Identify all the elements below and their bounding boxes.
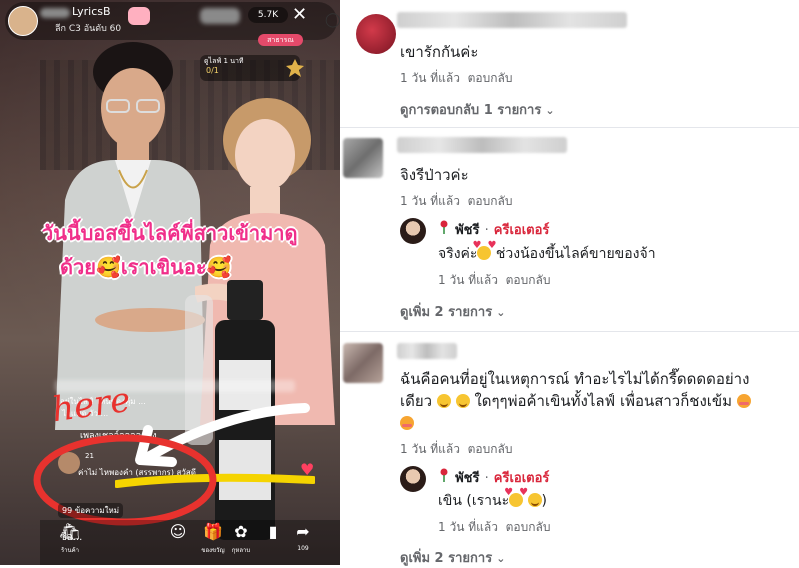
comment-1-time: 1 วัน ที่แล้ว bbox=[400, 71, 460, 85]
grinning-face-icon bbox=[455, 394, 470, 408]
comment-2-text: จิงรีป่าวค่ะ bbox=[400, 166, 469, 184]
reply-2-author[interactable]: พัชรี bbox=[455, 223, 479, 238]
channel-name: LyricsB bbox=[72, 5, 111, 18]
blushing-face-icon bbox=[736, 394, 751, 408]
comment-2-view-more-label: ดูเพิ่ม 2 รายการ bbox=[400, 305, 493, 320]
chevron-down-icon: ⌄ bbox=[496, 306, 506, 319]
gift-box-icon[interactable]: ▮ bbox=[260, 522, 286, 541]
comment-3-text-line-2b: ใดๆๆพ่อค้าเขินทั้งไลฟ์ เพื่อนสาวก็ชงเข้ม bbox=[474, 392, 733, 410]
blurred-viewer-avatars bbox=[200, 8, 240, 24]
comment-1-reply-button[interactable]: ตอบกลับ bbox=[468, 71, 513, 85]
comment-2-view-more[interactable]: ดูเพิ่ม 2 รายการ ⌄ bbox=[400, 301, 505, 322]
comment-3-text-line-1: ฉันคือคนที่อยู่ในเหตุการณ์ ทำอะไรไม่ได้ก… bbox=[400, 370, 750, 388]
comment-2-author-blurred bbox=[397, 137, 567, 153]
reply-2-text-b: ช่วงน้องขึ้นไลค์ขายของจ้า bbox=[495, 246, 656, 262]
comment-1-text: เขารักกันค่ะ bbox=[400, 43, 479, 61]
comment-1-view-replies-label: ดูการตอบกลับ 1 รายการ bbox=[400, 103, 542, 118]
comment-3-text-line-2: เดียว ใดๆๆพ่อค้าเขินทั้งไลฟ์ เพื่อนสาวก็… bbox=[400, 389, 751, 413]
reply-3-author[interactable]: พัชรี bbox=[455, 471, 479, 486]
comment-3-view-more-label: ดูเพิ่ม 2 รายการ bbox=[400, 551, 493, 566]
reply-2-reply-button[interactable]: ตอบกลับ bbox=[506, 273, 551, 287]
comment-3-author-blurred bbox=[397, 343, 457, 359]
blurred-handle bbox=[40, 8, 70, 18]
smiling-face-with-hearts-icon bbox=[472, 240, 496, 260]
grinning-face-icon bbox=[527, 493, 542, 507]
comment-1-view-replies[interactable]: ดูการตอบกลับ 1 รายการ ⌄ bbox=[400, 99, 555, 120]
reply-3-text-a: เขิน (เรานะ bbox=[438, 493, 510, 509]
creator-badge: ครีเอเตอร์ bbox=[493, 223, 550, 238]
reply-3-reply-button[interactable]: ตอบกลับ bbox=[506, 520, 551, 534]
creator-badge: ครีเอเตอร์ bbox=[493, 471, 550, 486]
shop-icon[interactable]: 🛍 bbox=[58, 522, 84, 541]
channel-avatar[interactable] bbox=[8, 6, 38, 36]
reply-3-header: พัชรี · ครีเอเตอร์ bbox=[438, 467, 549, 488]
comment-3-reply-button[interactable]: ตอบกลับ bbox=[468, 442, 513, 456]
comment-3-avatar[interactable] bbox=[343, 343, 383, 383]
comment-3-text-line-2a: เดียว bbox=[400, 392, 433, 410]
smile-icon[interactable]: ☺ bbox=[165, 522, 191, 541]
rose-label: กุหลาบ bbox=[231, 547, 251, 554]
comment-3-meta: 1 วัน ที่แล้ว ตอบกลับ bbox=[400, 440, 512, 459]
treasure-icon[interactable] bbox=[285, 58, 305, 78]
comment-2-reply-button[interactable]: ตอบกลับ bbox=[468, 194, 513, 208]
divider-2 bbox=[340, 331, 799, 332]
comment-3-emoji-line-3 bbox=[400, 413, 414, 432]
smiling-face-with-hearts-icon bbox=[504, 487, 528, 507]
live-stream-screenshot: LyricsB ลีก C3 อันดับ 60 5.7K ✕ ◯ สาธารณ… bbox=[0, 0, 340, 565]
shop-label: ร้านค้า bbox=[60, 547, 80, 554]
search-icon[interactable]: ◯ bbox=[325, 12, 340, 28]
follow-button[interactable] bbox=[128, 7, 150, 25]
reply-2-time: 1 วัน ที่แล้ว bbox=[438, 273, 498, 287]
comment-2-avatar[interactable] bbox=[343, 138, 383, 178]
rose-icon bbox=[440, 468, 448, 482]
like-heart-icon[interactable]: ♥ bbox=[300, 460, 314, 479]
comment-1-avatar[interactable] bbox=[356, 14, 396, 54]
divider-1 bbox=[340, 127, 799, 128]
share-count: 109 bbox=[297, 545, 309, 552]
chevron-down-icon: ⌄ bbox=[545, 104, 555, 117]
reply-3-avatar[interactable] bbox=[400, 466, 426, 492]
rose-icon bbox=[440, 220, 448, 234]
live-tag: สาธารณ bbox=[258, 34, 303, 46]
blushing-face-icon bbox=[400, 416, 414, 430]
reply-3-text-b: ) bbox=[541, 493, 548, 509]
close-icon[interactable]: ✕ bbox=[292, 4, 307, 25]
grinning-face-icon bbox=[436, 394, 451, 408]
video-caption-line-2: ด้วย🥰เราเขินอะ🥰 bbox=[60, 255, 232, 279]
reply-2-text: จริงค่ะ ช่วงน้องขึ้นไลค์ขายของจ้า bbox=[438, 240, 656, 265]
new-messages-pill[interactable]: 99 ข้อความใหม่ bbox=[58, 503, 124, 518]
reply-2-header: พัชรี · ครีเอเตอร์ bbox=[438, 219, 549, 240]
comments-panel: เขารักกันค่ะ 1 วัน ที่แล้ว ตอบกลับ ดูการ… bbox=[340, 0, 799, 566]
gift-icon[interactable]: 🎁 bbox=[200, 522, 226, 541]
viewer-count: 5.7K bbox=[248, 7, 288, 23]
comment-3-time: 1 วัน ที่แล้ว bbox=[400, 442, 460, 456]
comment-1-author-blurred bbox=[397, 12, 627, 28]
reply-3-text: เขิน (เรานะ ) bbox=[438, 487, 548, 512]
comment-2-time: 1 วัน ที่แล้ว bbox=[400, 194, 460, 208]
comment-1-meta: 1 วัน ที่แล้ว ตอบกลับ bbox=[400, 69, 512, 88]
reply-2-avatar[interactable] bbox=[400, 218, 426, 244]
channel-league: ลีก C3 อันดับ 60 bbox=[55, 24, 122, 34]
reply-3-meta: 1 วัน ที่แล้ว ตอบกลับ bbox=[438, 518, 550, 537]
comment-2-meta: 1 วัน ที่แล้ว ตอบกลับ bbox=[400, 192, 512, 211]
quest-progress: 0/1 bbox=[206, 66, 219, 75]
share-icon[interactable]: ➦ bbox=[290, 522, 316, 541]
reply-2-meta: 1 วัน ที่แล้ว ตอบกลับ bbox=[438, 271, 550, 290]
reply-3-time: 1 วัน ที่แล้ว bbox=[438, 520, 498, 534]
chevron-down-icon: ⌄ bbox=[496, 552, 506, 565]
video-caption-line-1: วันนี้บอสขึ้นไลค์พี่สาวเข้ามาดู bbox=[42, 221, 298, 245]
rose-icon[interactable]: ✿ bbox=[228, 522, 254, 541]
